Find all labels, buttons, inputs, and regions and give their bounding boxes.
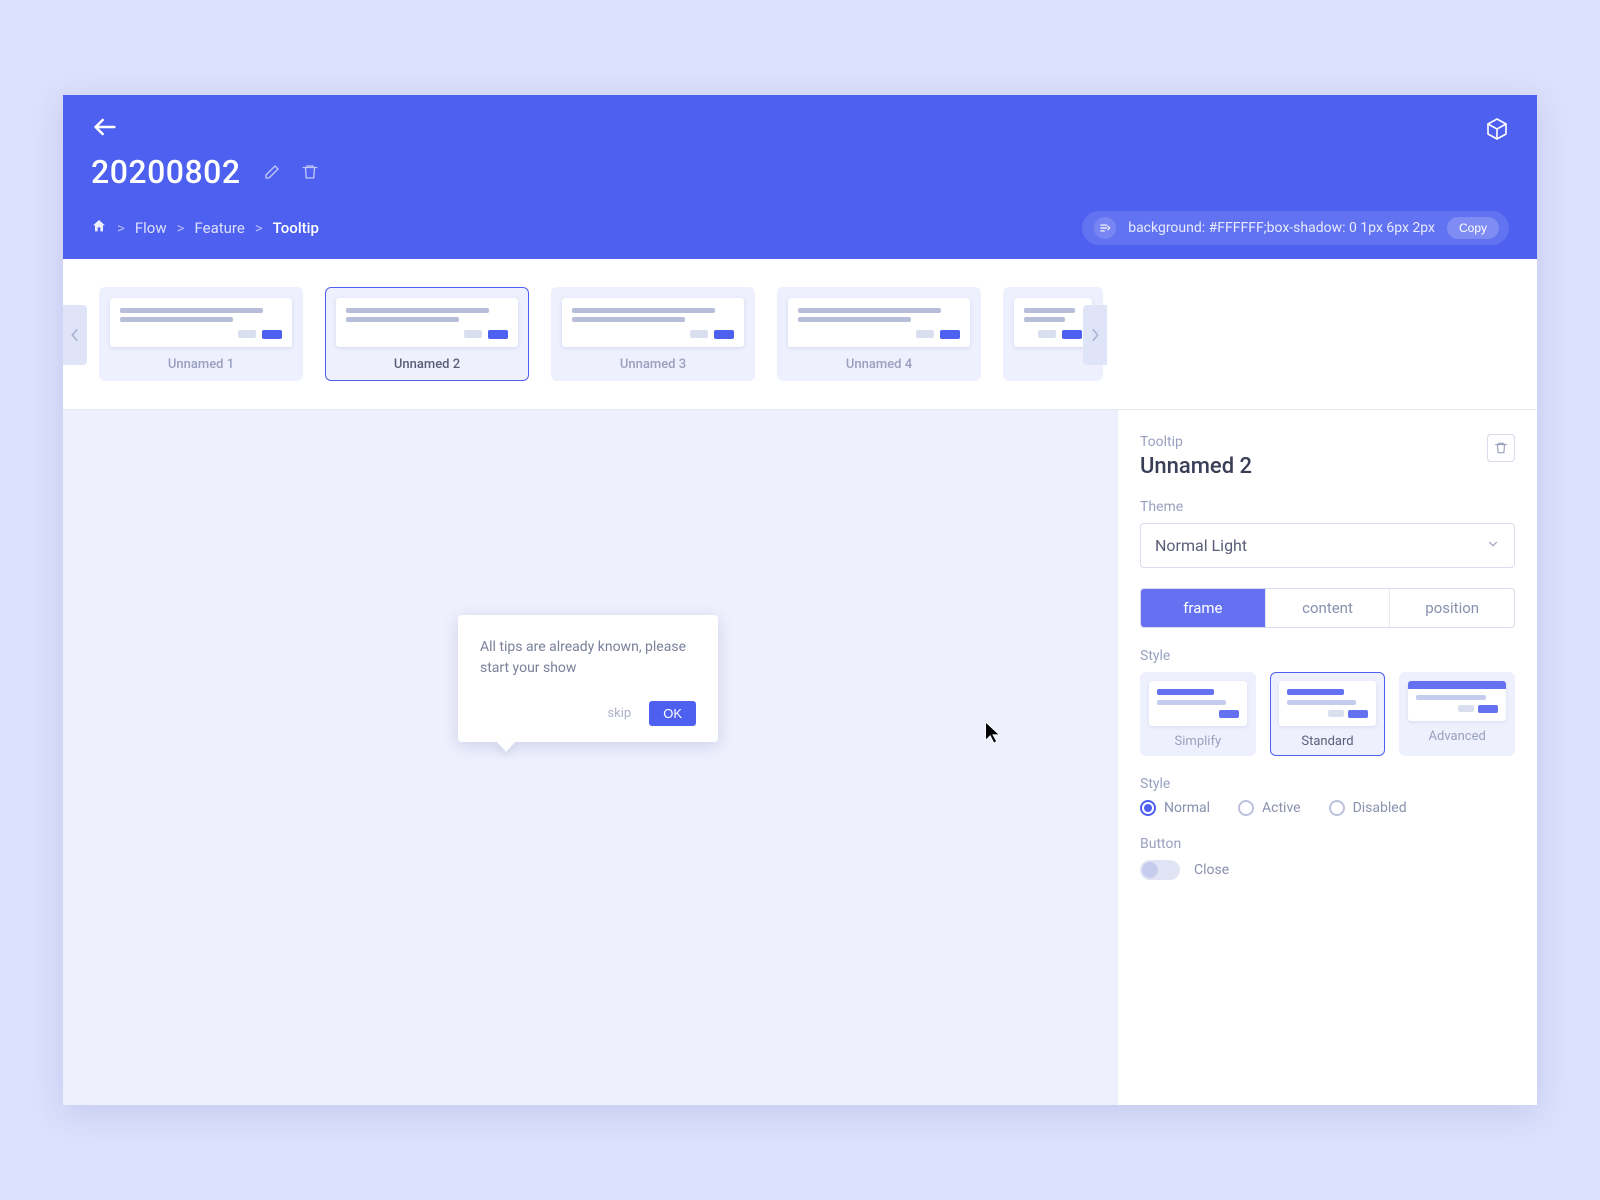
tab-frame[interactable]: frame xyxy=(1141,589,1266,627)
radio-active[interactable]: Active xyxy=(1238,800,1301,816)
thumbnail-unnamed-4[interactable]: Unnamed 4 xyxy=(777,287,981,381)
prev-arrow-icon[interactable] xyxy=(63,305,87,365)
state-label: Style xyxy=(1140,776,1515,792)
thumbnail-unnamed-2[interactable]: Unnamed 2 xyxy=(325,287,529,381)
radio-icon xyxy=(1238,800,1254,816)
style-simplify[interactable]: Simplify xyxy=(1140,672,1256,756)
theme-label: Theme xyxy=(1140,499,1515,515)
package-icon[interactable] xyxy=(1485,117,1509,141)
home-icon[interactable] xyxy=(91,218,107,238)
radio-disabled[interactable]: Disabled xyxy=(1329,800,1407,816)
radio-normal[interactable]: Normal xyxy=(1140,800,1210,816)
back-arrow-icon[interactable] xyxy=(91,113,119,141)
code-icon xyxy=(1094,217,1116,239)
tooltip-preview[interactable]: All tips are already known, please start… xyxy=(458,615,718,742)
breadcrumb: > Flow > Feature > Tooltip xyxy=(91,218,319,238)
thumbnail-unnamed-3[interactable]: Unnamed 3 xyxy=(551,287,755,381)
button-label: Button xyxy=(1140,836,1515,852)
cursor-icon xyxy=(983,720,1003,750)
section-tabs: frame content position xyxy=(1140,588,1515,628)
ok-button[interactable]: OK xyxy=(649,701,696,726)
thumbnail-label: Unnamed 2 xyxy=(336,357,518,372)
copy-button[interactable]: Copy xyxy=(1447,217,1499,239)
skip-link[interactable]: skip xyxy=(607,706,631,721)
breadcrumb-current: Tooltip xyxy=(273,219,319,237)
theme-select[interactable]: Normal Light xyxy=(1140,523,1515,568)
chevron-down-icon xyxy=(1486,536,1500,555)
theme-value: Normal Light xyxy=(1155,536,1247,555)
thumbnail-label: Unnamed 3 xyxy=(562,357,744,372)
close-toggle[interactable] xyxy=(1140,860,1180,880)
tooltip-text: All tips are already known, please start… xyxy=(480,637,696,679)
css-snippet-text: background: #FFFFFF;box-shadow: 0 1px 6p… xyxy=(1128,220,1435,236)
trash-icon[interactable] xyxy=(301,163,319,181)
close-toggle-label: Close xyxy=(1194,862,1229,878)
css-snippet-pill: background: #FFFFFF;box-shadow: 0 1px 6p… xyxy=(1082,211,1509,245)
style-standard[interactable]: Standard xyxy=(1270,672,1386,756)
thumbnail-label: Unnamed 4 xyxy=(788,357,970,372)
thumbnail-strip: Unnamed 1 Unnamed 2 Unnamed 3 Unnamed 4 xyxy=(63,259,1537,410)
header: 20200802 > Flow > Feature > Toolti xyxy=(63,95,1537,259)
page-title: 20200802 xyxy=(91,153,241,191)
object-name: Unnamed 2 xyxy=(1140,454,1252,479)
edit-icon[interactable] xyxy=(263,163,281,181)
canvas[interactable]: All tips are already known, please start… xyxy=(63,410,1117,1105)
breadcrumb-feature[interactable]: Feature xyxy=(194,219,244,237)
tab-position[interactable]: position xyxy=(1390,589,1514,627)
properties-panel: Tooltip Unnamed 2 Theme Normal Light fra… xyxy=(1117,410,1537,1105)
thumbnail-unnamed-1[interactable]: Unnamed 1 xyxy=(99,287,303,381)
delete-button[interactable] xyxy=(1487,434,1515,462)
app-frame: 20200802 > Flow > Feature > Toolti xyxy=(63,95,1537,1105)
tab-content[interactable]: content xyxy=(1266,589,1391,627)
style-label: Style xyxy=(1140,648,1515,664)
style-advanced[interactable]: Advanced xyxy=(1399,672,1515,756)
radio-icon xyxy=(1140,800,1156,816)
breadcrumb-flow[interactable]: Flow xyxy=(135,219,167,237)
radio-icon xyxy=(1329,800,1345,816)
next-arrow-icon[interactable] xyxy=(1083,305,1107,365)
panel-eyebrow: Tooltip xyxy=(1140,434,1252,450)
thumbnail-label: Unnamed 1 xyxy=(110,357,292,372)
